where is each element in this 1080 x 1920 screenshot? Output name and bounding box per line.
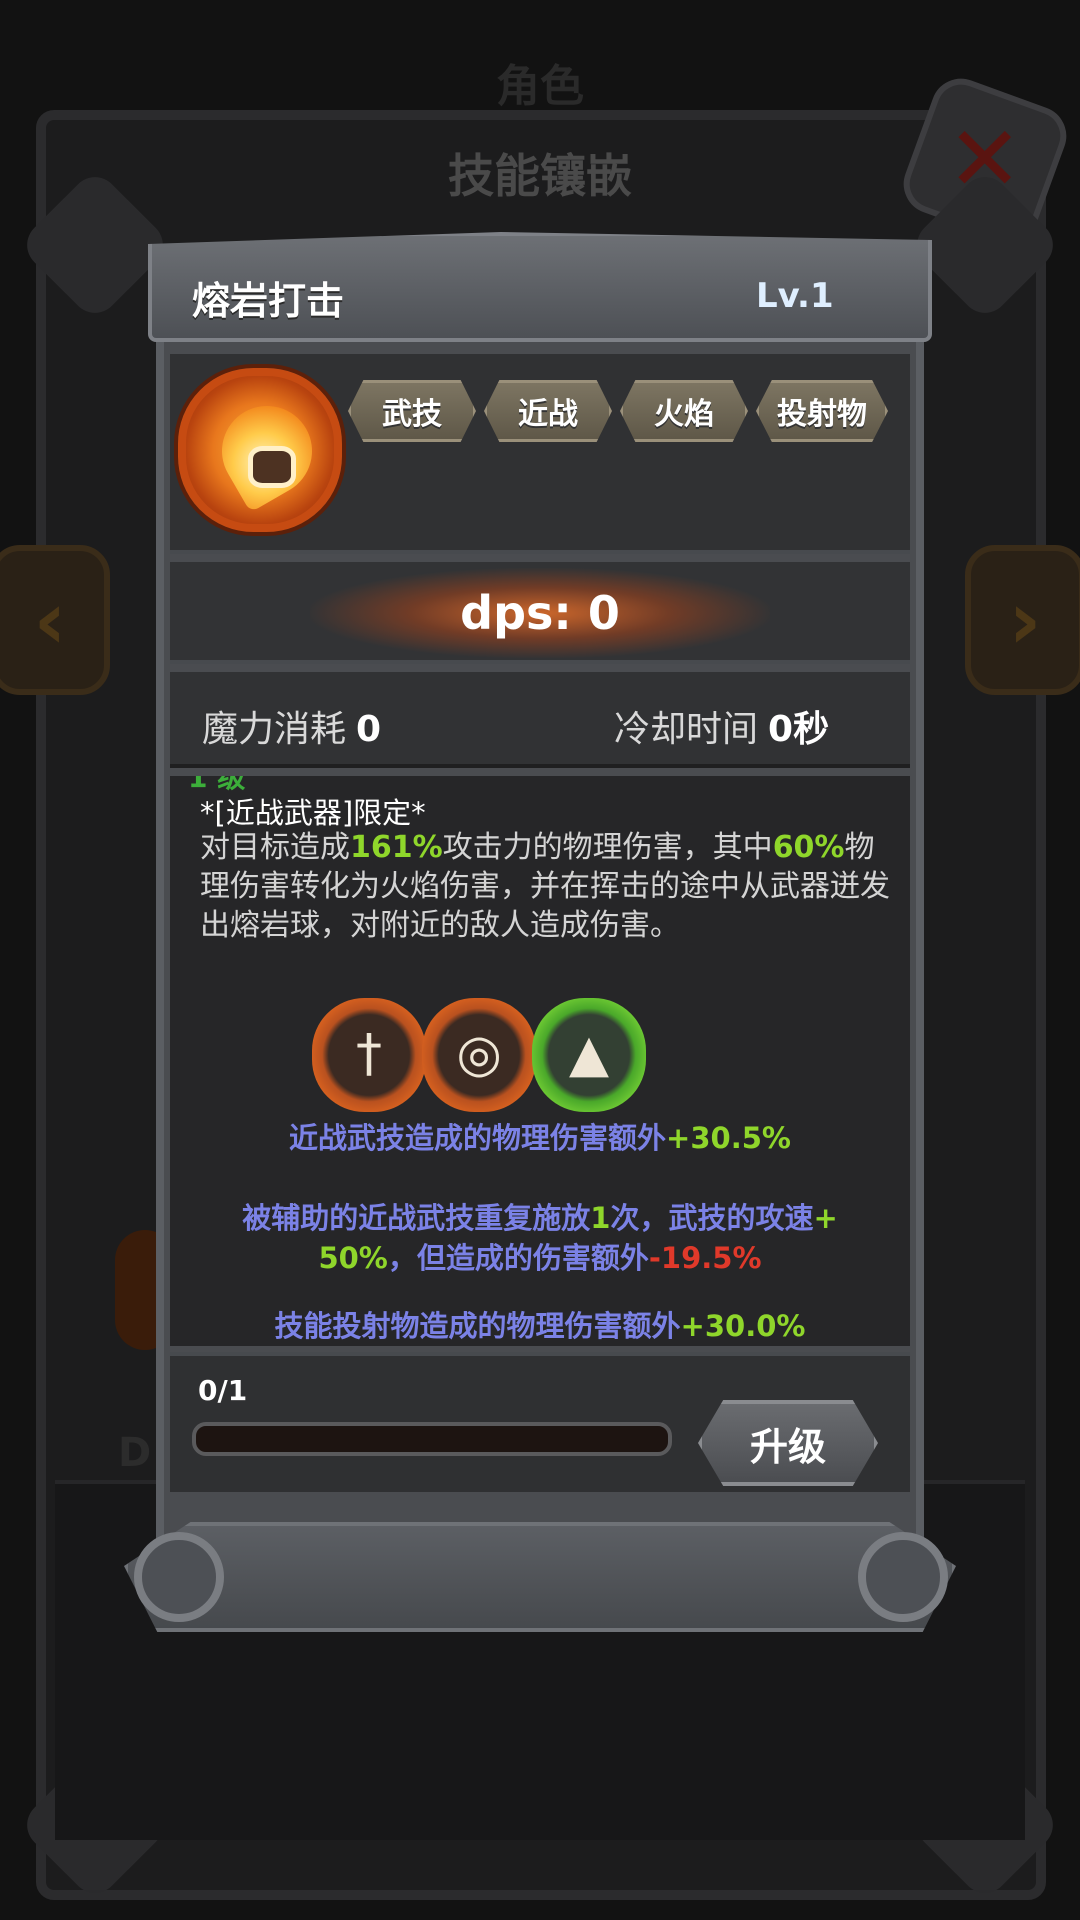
skill-level: Lv.1 — [756, 276, 834, 316]
desc-part: 攻击力的物理伤害，其中 — [442, 830, 773, 865]
cone-spike-gem-icon[interactable]: ▲ — [532, 998, 646, 1112]
conversion-percent: 60% — [772, 830, 845, 865]
effect-text: 技能投射物造成的物理伤害额外 — [274, 1309, 681, 1343]
skill-info-row: 武技 近战 火焰 投射物 — [170, 354, 910, 554]
dialog-bottom-frame — [124, 1522, 956, 1632]
dps-row: dps: 0 — [170, 562, 910, 664]
effect-value: 1 — [590, 1201, 611, 1235]
background-label: D — [118, 1430, 152, 1476]
tag-melee: 近战 — [484, 380, 612, 442]
effect-value: + — [813, 1201, 838, 1235]
support-effect-1: 近战武技造成的物理伤害额外+30.5% — [170, 1118, 910, 1158]
effect-value: 50% — [318, 1241, 388, 1275]
lava-strike-icon — [178, 368, 342, 532]
upgrade-area: 0/1 升级 — [170, 1352, 910, 1492]
effect-value-negative: -19.5% — [648, 1241, 762, 1275]
cooldown-value: 0秒 — [768, 709, 830, 750]
skill-description: 对目标造成161%攻击力的物理伤害，其中60%物理伤害转化为火焰伤害，并在挥击的… — [200, 828, 900, 945]
effect-text: 次，武技的攻速 — [610, 1201, 814, 1235]
swirl-ornament-icon — [858, 1532, 948, 1622]
weapon-restriction: *[近战武器]限定* — [200, 796, 426, 830]
upgrade-progress-bar — [192, 1422, 672, 1456]
upgrade-progress-text: 0/1 — [198, 1374, 248, 1407]
swirl-ornament-icon — [134, 1532, 224, 1622]
cooldown: 冷却时间 0秒 — [614, 700, 829, 752]
tag-projectile: 投射物 — [756, 380, 888, 442]
desc-part: 对目标造成 — [200, 830, 350, 865]
effect-value: +30.5% — [666, 1121, 791, 1155]
dps-value: dps: 0 — [460, 586, 620, 640]
support-effect-3: 技能投射物造成的物理伤害额外+30.0% — [170, 1306, 910, 1346]
previous-arrow-icon[interactable]: ‹ — [0, 545, 110, 695]
screen-title: 角色 — [496, 61, 584, 112]
effect-text: 近战武技造成的物理伤害额外 — [289, 1121, 667, 1155]
mana-cost-value: 0 — [356, 709, 382, 750]
description-scroll-area[interactable]: 1 级 *[近战武器]限定* 对目标造成161%攻击力的物理伤害，其中60%物理… — [170, 776, 910, 1346]
tag-weapon-skill: 武技 — [348, 380, 476, 442]
upgrade-button[interactable]: 升级 — [698, 1400, 878, 1486]
effect-value: +30.0% — [680, 1309, 806, 1343]
support-effect-2: 被辅助的近战武技重复施放1次，武技的攻速+ 50%，但造成的伤害额外-19.5% — [170, 1198, 910, 1278]
damage-percent: 161% — [350, 830, 443, 865]
cooldown-label: 冷却时间 — [614, 709, 759, 750]
sword-gem-icon[interactable]: † — [312, 998, 426, 1112]
skill-name: 熔岩打击 — [192, 279, 345, 323]
effect-text: ，但造成的伤害额外 — [387, 1241, 649, 1275]
skill-detail-dialog: 熔岩打击 Lv.1 武技 近战 火焰 投射物 dps: 0 魔力消耗 0 冷却时间… — [124, 232, 956, 1652]
dialog-header: 熔岩打击 Lv.1 — [148, 232, 932, 342]
orbit-ring-gem-icon[interactable]: ◎ — [422, 998, 536, 1112]
next-arrow-icon[interactable]: › — [965, 545, 1080, 695]
effect-text: 被辅助的近战武技重复施放 — [242, 1201, 591, 1235]
mana-cost: 魔力消耗 0 — [202, 700, 381, 752]
stats-row: 魔力消耗 0 冷却时间 0秒 — [170, 672, 910, 768]
tag-fire: 火焰 — [620, 380, 748, 442]
mana-cost-label: 魔力消耗 — [202, 709, 347, 750]
